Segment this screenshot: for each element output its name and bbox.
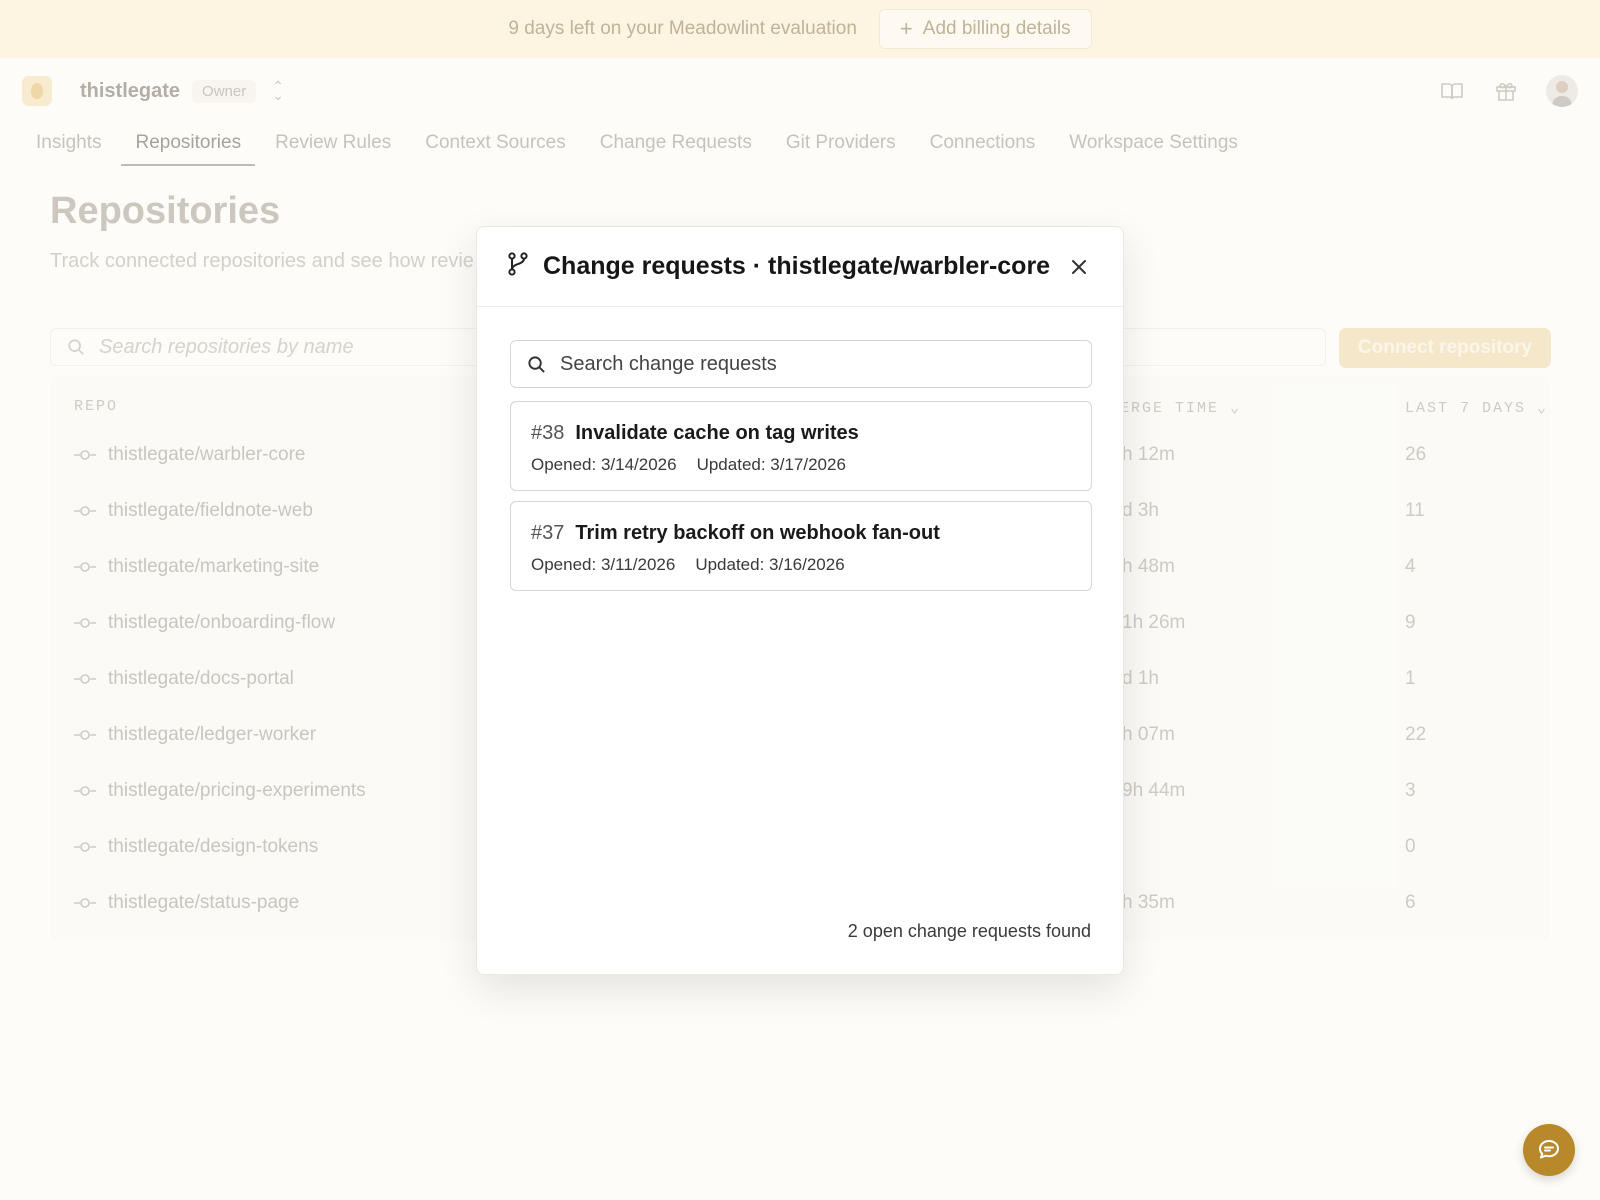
change-request-number: #38: [531, 422, 565, 444]
change-request-updated: Updated: 3/17/2026: [696, 455, 846, 474]
change-request-title: Trim retry backoff on webhook fan-out: [575, 522, 940, 544]
modal-header: Change requests · thistlegate/warbler-co…: [477, 227, 1123, 307]
change-request-title: Invalidate cache on tag writes: [575, 422, 859, 444]
change-request-updated: Updated: 3/16/2026: [695, 555, 845, 574]
search-icon: [528, 355, 545, 373]
results-count: 2 open change requests found: [847, 921, 1091, 941]
chat-button[interactable]: [1523, 1124, 1575, 1176]
change-request-search[interactable]: [510, 340, 1092, 388]
change-request-search-input[interactable]: [560, 352, 1060, 376]
git-branch-icon: [507, 252, 529, 281]
change-request-item[interactable]: #38 Invalidate cache on tag writes Opene…: [510, 401, 1092, 491]
close-icon[interactable]: [1065, 253, 1093, 281]
change-request-item[interactable]: #37 Trim retry backoff on webhook fan-ou…: [510, 501, 1092, 591]
change-request-number: #37: [531, 522, 565, 544]
change-request-opened: Opened: 3/11/2026: [531, 555, 676, 574]
chat-icon: [1539, 1140, 1559, 1159]
modal-title: Change requests · thistlegate/warbler-co…: [543, 252, 1051, 280]
change-requests-modal: Change requests · thistlegate/warbler-co…: [476, 226, 1124, 975]
change-request-opened: Opened: 3/14/2026: [531, 455, 677, 474]
